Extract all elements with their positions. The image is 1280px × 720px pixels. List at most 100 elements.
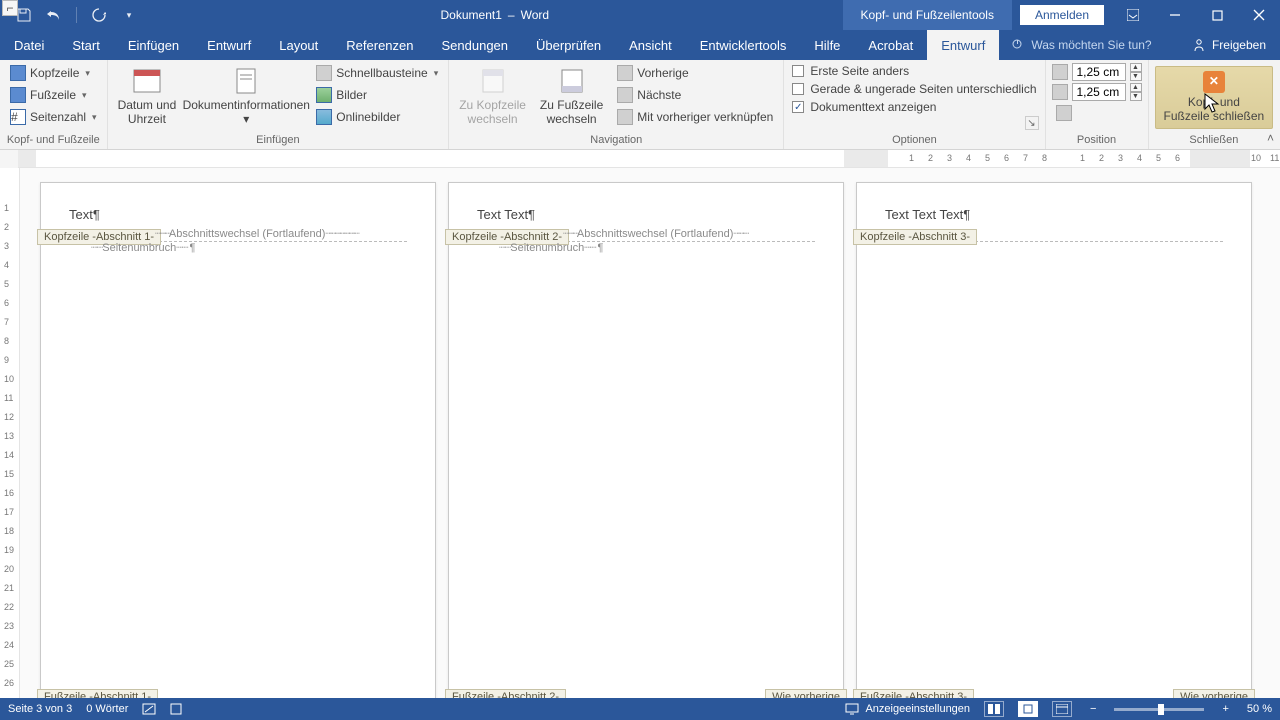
header-text[interactable]: Text Text¶ — [477, 207, 535, 222]
display-settings-button[interactable]: Anzeigeeinstellungen — [845, 703, 970, 715]
group-position: ▲▼ ▲▼ Position — [1046, 60, 1149, 149]
group-label: Einfügen — [114, 132, 443, 149]
page-break-text: ┈┈Seitenumbruch┈┈ ¶ — [499, 241, 602, 254]
maximize-icon[interactable] — [1196, 0, 1238, 30]
goto-header-icon — [477, 65, 509, 97]
chevron-down-icon: ▾ — [243, 113, 249, 127]
page-indicator[interactable]: Seite 3 von 3 — [8, 703, 72, 715]
print-layout-icon[interactable] — [1018, 701, 1038, 717]
document-workspace: 1234567891011121314151617181920212223242… — [0, 168, 1280, 698]
tell-me-search[interactable]: Was möchten Sie tun? — [999, 30, 1163, 60]
header-from-top-input[interactable] — [1072, 63, 1126, 81]
header-text[interactable]: Text¶ — [69, 207, 100, 222]
goto-footer-button[interactable]: Zu Fußzeile wechseln — [536, 63, 607, 129]
same-as-previous-tag: Wie vorherige — [1173, 689, 1255, 698]
group-header-footer: Kopfzeile▾ Fußzeile▾ #Seitenzahl▾ Kopf- … — [0, 60, 108, 149]
tab-review[interactable]: Überprüfen — [522, 30, 615, 60]
header-button[interactable]: Kopfzeile▾ — [6, 63, 101, 83]
header-text[interactable]: Text Text Text¶ — [885, 207, 970, 222]
page-3[interactable]: Text Text Text¶ Kopfzeile -Abschnitt 3- … — [856, 182, 1252, 698]
online-pictures-button[interactable]: Onlinebilder — [312, 107, 442, 127]
align-tab-icon — [1056, 105, 1072, 121]
word-count[interactable]: 0 Wörter — [86, 703, 128, 715]
sign-in-button[interactable]: Anmelden — [1020, 5, 1104, 25]
show-document-text-checkbox[interactable]: ✓Dokumenttext anzeigen — [790, 99, 1038, 115]
minimize-icon[interactable] — [1154, 0, 1196, 30]
footer-icon — [10, 87, 26, 103]
close-icon[interactable] — [1238, 0, 1280, 30]
share-button[interactable]: Freigeben — [1178, 30, 1280, 60]
read-mode-icon[interactable] — [984, 701, 1004, 717]
group-label: Kopf- und Fußzeile — [6, 132, 101, 149]
insert-alignment-tab-button[interactable] — [1052, 103, 1142, 123]
spin-up-icon[interactable]: ▲ — [1130, 83, 1142, 92]
spin-down-icon[interactable]: ▼ — [1130, 92, 1142, 101]
footer-from-bottom-spinner[interactable]: ▲▼ — [1052, 83, 1142, 101]
goto-footer-icon — [556, 65, 588, 97]
save-icon[interactable] — [16, 7, 32, 23]
next-button[interactable]: Nächste — [613, 85, 777, 105]
header-from-top-spinner[interactable]: ▲▼ — [1052, 63, 1142, 81]
zoom-out-icon[interactable]: − — [1086, 703, 1100, 715]
tab-home[interactable]: Start — [58, 30, 113, 60]
spin-up-icon[interactable]: ▲ — [1130, 63, 1142, 72]
horizontal-ruler[interactable]: 21123456781234567891011121314151718 — [18, 150, 1280, 168]
different-odd-even-checkbox[interactable]: Gerade & ungerade Seiten unterschiedlich — [790, 81, 1038, 97]
document-info-button[interactable]: Dokumentinformationen ▾ — [186, 63, 306, 129]
tab-header-footer-design[interactable]: Entwurf — [927, 30, 999, 60]
tab-references[interactable]: Referenzen — [332, 30, 427, 60]
group-insert: Datum und Uhrzeit Dokumentinformationen … — [108, 60, 450, 149]
group-label: Position — [1052, 132, 1142, 149]
same-as-previous-tag: Wie vorherige — [765, 689, 847, 698]
different-first-page-checkbox[interactable]: Erste Seite anders — [790, 63, 1038, 79]
tab-view[interactable]: Ansicht — [615, 30, 686, 60]
spin-down-icon[interactable]: ▼ — [1130, 72, 1142, 81]
zoom-level[interactable]: 50 % — [1247, 703, 1272, 715]
page-1[interactable]: Text¶ Kopfzeile -Abschnitt 1- ┈┈┈Abschni… — [40, 182, 436, 698]
dialog-launcher-icon[interactable]: ↘ — [1025, 116, 1039, 130]
app-name: Word — [521, 8, 549, 22]
previous-button[interactable]: Vorherige — [613, 63, 777, 83]
window-title: Dokument1 – Word — [147, 8, 843, 22]
web-layout-icon[interactable] — [1052, 701, 1072, 717]
footer-from-bottom-input[interactable] — [1072, 83, 1126, 101]
redo-icon[interactable] — [91, 7, 107, 23]
tab-design[interactable]: Entwurf — [193, 30, 265, 60]
date-time-button[interactable]: Datum und Uhrzeit — [114, 63, 181, 129]
tab-acrobat[interactable]: Acrobat — [854, 30, 927, 60]
pages-area[interactable]: Text¶ Kopfzeile -Abschnitt 1- ┈┈┈Abschni… — [20, 168, 1280, 698]
zoom-slider[interactable] — [1114, 708, 1204, 711]
tab-help[interactable]: Hilfe — [800, 30, 854, 60]
undo-icon[interactable] — [46, 7, 62, 23]
quick-parts-icon — [316, 65, 332, 81]
title-bar: ▾ Dokument1 – Word Kopf- und Fußzeilento… — [0, 0, 1280, 30]
zoom-in-icon[interactable]: + — [1218, 703, 1232, 715]
tab-selector-icon[interactable]: ⌐ — [2, 0, 18, 16]
tab-insert[interactable]: Einfügen — [114, 30, 193, 60]
contextual-tab-title: Kopf- und Fußzeilentools — [843, 0, 1012, 30]
tab-file[interactable]: Datei — [0, 30, 58, 60]
footer-button[interactable]: Fußzeile▾ — [6, 85, 101, 105]
spellcheck-icon[interactable] — [142, 703, 156, 715]
quick-parts-button[interactable]: Schnellbausteine▾ — [312, 63, 442, 83]
page-2[interactable]: Text Text¶ Kopfzeile -Abschnitt 2- ┈┈┈Ab… — [448, 182, 844, 698]
qat-separator — [76, 7, 77, 23]
page-number-button[interactable]: #Seitenzahl▾ — [6, 107, 101, 127]
vertical-ruler[interactable]: 1234567891011121314151617181920212223242… — [0, 168, 20, 698]
collapse-ribbon-icon[interactable]: ˄ — [1267, 131, 1274, 145]
pictures-button[interactable]: Bilder — [312, 85, 442, 105]
macro-record-icon[interactable] — [170, 703, 182, 715]
pictures-icon — [316, 87, 332, 103]
tab-layout[interactable]: Layout — [265, 30, 332, 60]
tab-mailings[interactable]: Sendungen — [428, 30, 523, 60]
ribbon-display-options-icon[interactable] — [1112, 0, 1154, 30]
footer-section-tag: Fußzeile -Abschnitt 1- — [37, 689, 158, 698]
close-header-footer-button[interactable]: ✕ Kopf- und Fußzeile schließen — [1155, 66, 1274, 129]
footer-section-tag: Fußzeile -Abschnitt 2- — [445, 689, 566, 698]
group-close: ✕ Kopf- und Fußzeile schließen Schließen — [1149, 60, 1280, 149]
qat-customize-icon[interactable]: ▾ — [121, 7, 137, 23]
link-to-previous-button[interactable]: Mit vorheriger verknüpfen — [613, 107, 777, 127]
previous-icon — [617, 65, 633, 81]
tab-developer[interactable]: Entwicklertools — [686, 30, 801, 60]
goto-header-button: Zu Kopfzeile wechseln — [455, 63, 530, 129]
